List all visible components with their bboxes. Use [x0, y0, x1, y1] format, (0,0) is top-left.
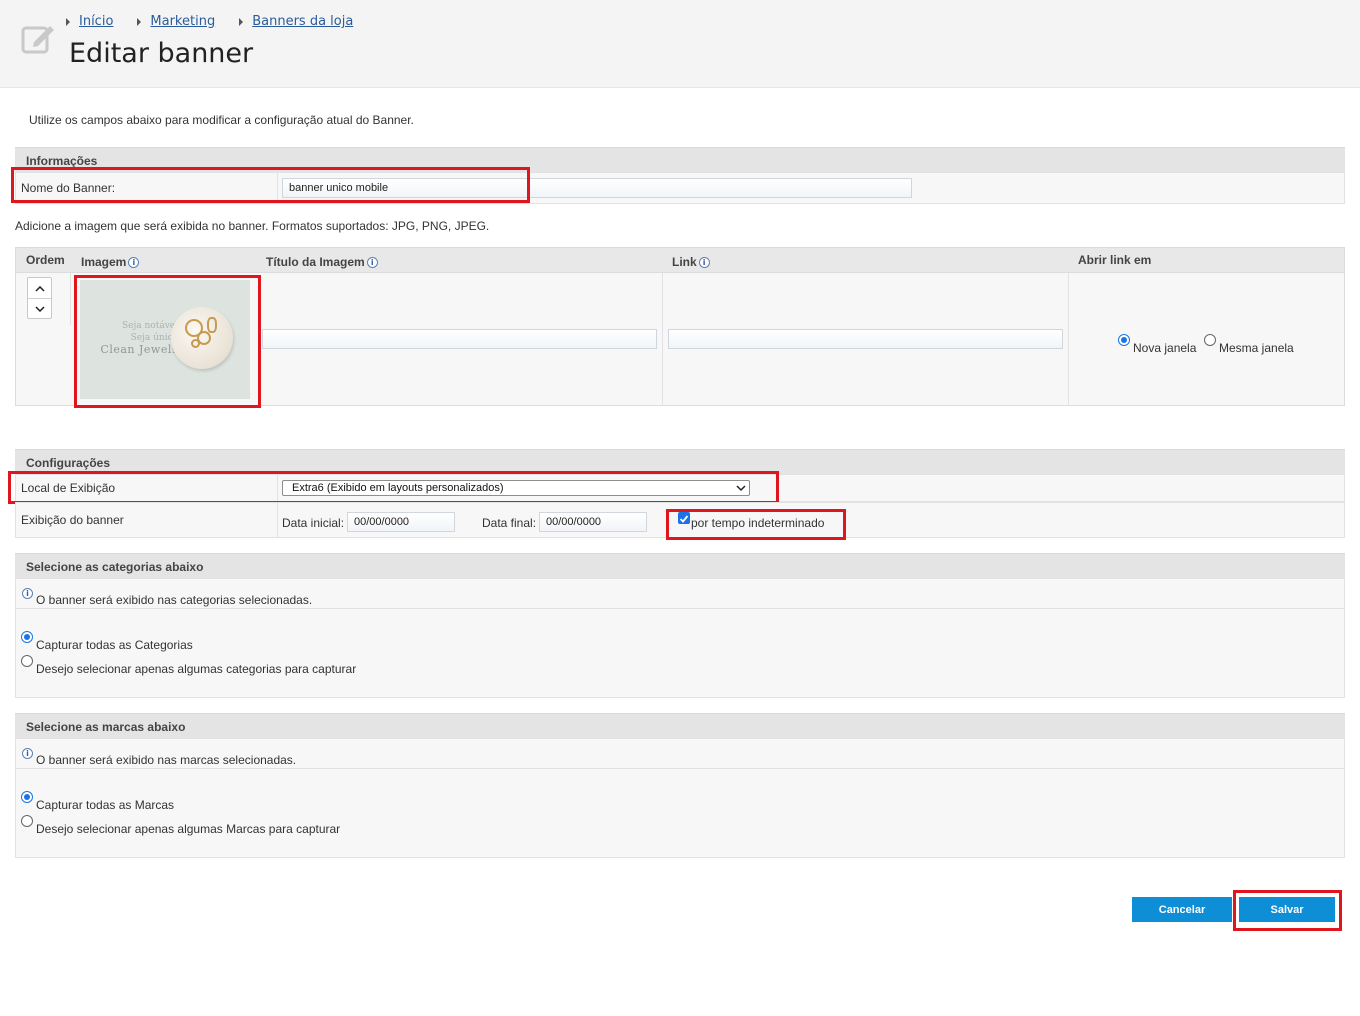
data-inicial-input[interactable] — [347, 512, 455, 532]
col-link: Link i — [672, 255, 710, 269]
section-categorias: Selecione as categorias abaixo — [15, 553, 1345, 578]
breadcrumb: Início Marketing Banners da loja — [66, 14, 377, 29]
exibicao-label: Exibição do banner — [21, 513, 124, 527]
breadcrumb-arrow-icon — [66, 17, 70, 26]
cancel-button[interactable]: Cancelar — [1132, 897, 1232, 922]
radio-selected[interactable] — [21, 791, 33, 803]
divider — [1068, 273, 1069, 405]
divider — [70, 273, 71, 325]
open-same-window-option[interactable]: Mesma janela — [1204, 331, 1294, 355]
indeterminado-label[interactable]: por tempo indeterminado — [691, 516, 824, 530]
section-informacoes: Informações — [15, 147, 1345, 172]
banner-name-label: Nome do Banner: — [21, 181, 116, 195]
radio-selected[interactable] — [1118, 334, 1130, 346]
checkmark-icon — [679, 515, 689, 523]
info-icon[interactable]: i — [366, 256, 378, 268]
open-new-window-option[interactable]: Nova janela — [1118, 331, 1196, 355]
categorias-info: iO banner será exibido nas categorias se… — [22, 585, 312, 607]
image-link-input[interactable] — [668, 329, 1063, 349]
image-title-input[interactable] — [262, 329, 657, 349]
radio-unselected[interactable] — [21, 815, 33, 827]
chevron-up-icon — [34, 286, 45, 292]
col-order: Ordem — [26, 253, 65, 267]
radio-selected[interactable] — [21, 631, 33, 643]
order-control — [27, 277, 52, 319]
jewelry-plate-image — [171, 307, 233, 369]
divider — [662, 273, 663, 405]
info-icon: i — [22, 747, 33, 759]
move-down-button[interactable] — [28, 299, 51, 319]
local-select[interactable]: Extra6 (Exibido em layouts personalizado… — [282, 480, 750, 496]
col-title: Título da Imagem i — [266, 255, 378, 269]
data-final-input[interactable] — [539, 512, 647, 532]
breadcrumb-inicio[interactable]: Início — [79, 14, 113, 29]
chevron-down-icon — [34, 306, 45, 312]
radio-unselected[interactable] — [1204, 334, 1216, 346]
divider — [277, 503, 278, 537]
page-header: Início Marketing Banners da loja Editar … — [0, 0, 1360, 88]
divider — [277, 475, 278, 501]
edit-icon — [21, 26, 54, 54]
intro-text: Utilize os campos abaixo para modificar … — [29, 113, 414, 127]
breadcrumb-arrow-icon — [137, 17, 142, 26]
section-configuracoes: Configurações — [15, 449, 1345, 474]
data-inicial-label: Data inicial: — [282, 516, 345, 530]
save-button[interactable]: Salvar — [1239, 897, 1335, 922]
col-image: Imagem i — [81, 255, 140, 269]
radio-unselected[interactable] — [21, 655, 33, 667]
local-label: Local de Exibição — [21, 481, 116, 495]
breadcrumb-marketing[interactable]: Marketing — [150, 14, 215, 29]
page-title: Editar banner — [69, 38, 254, 69]
banner-name-input[interactable] — [282, 178, 912, 198]
banner-image-thumbnail[interactable]: Seja notável Seja única Clean Jewels — [80, 280, 250, 399]
marcas-all-option[interactable]: Capturar todas as Marcas — [21, 788, 174, 812]
section-marcas: Selecione as marcas abaixo — [15, 713, 1345, 738]
info-icon[interactable]: i — [128, 256, 140, 268]
info-icon: i — [22, 587, 33, 599]
thumbnail-caption: Seja notável Seja única Clean Jewels — [100, 321, 178, 356]
breadcrumb-arrow-icon — [239, 17, 244, 26]
marcas-some-option[interactable]: Desejo selecionar apenas algumas Marcas … — [21, 812, 340, 836]
data-final-label: Data final: — [482, 516, 537, 530]
breadcrumb-banners[interactable]: Banners da loja — [252, 14, 353, 29]
chevron-down-icon — [736, 485, 746, 492]
image-table-header: Ordem Imagem i Título da Imagem i Link i Ab… — [15, 247, 1345, 273]
image-hint: Adicione a imagem que será exibida no ba… — [15, 219, 490, 233]
col-open: Abrir link em — [1078, 253, 1152, 267]
categorias-all-option[interactable]: Capturar todas as Categorias — [21, 628, 193, 652]
info-icon[interactable]: i — [698, 256, 710, 268]
move-up-button[interactable] — [28, 279, 51, 299]
categorias-some-option[interactable]: Desejo selecionar apenas algumas categor… — [21, 652, 356, 676]
divider — [277, 173, 278, 203]
marcas-info: iO banner será exibido nas marcas seleci… — [22, 745, 296, 767]
indeterminado-checkbox[interactable] — [678, 512, 690, 524]
